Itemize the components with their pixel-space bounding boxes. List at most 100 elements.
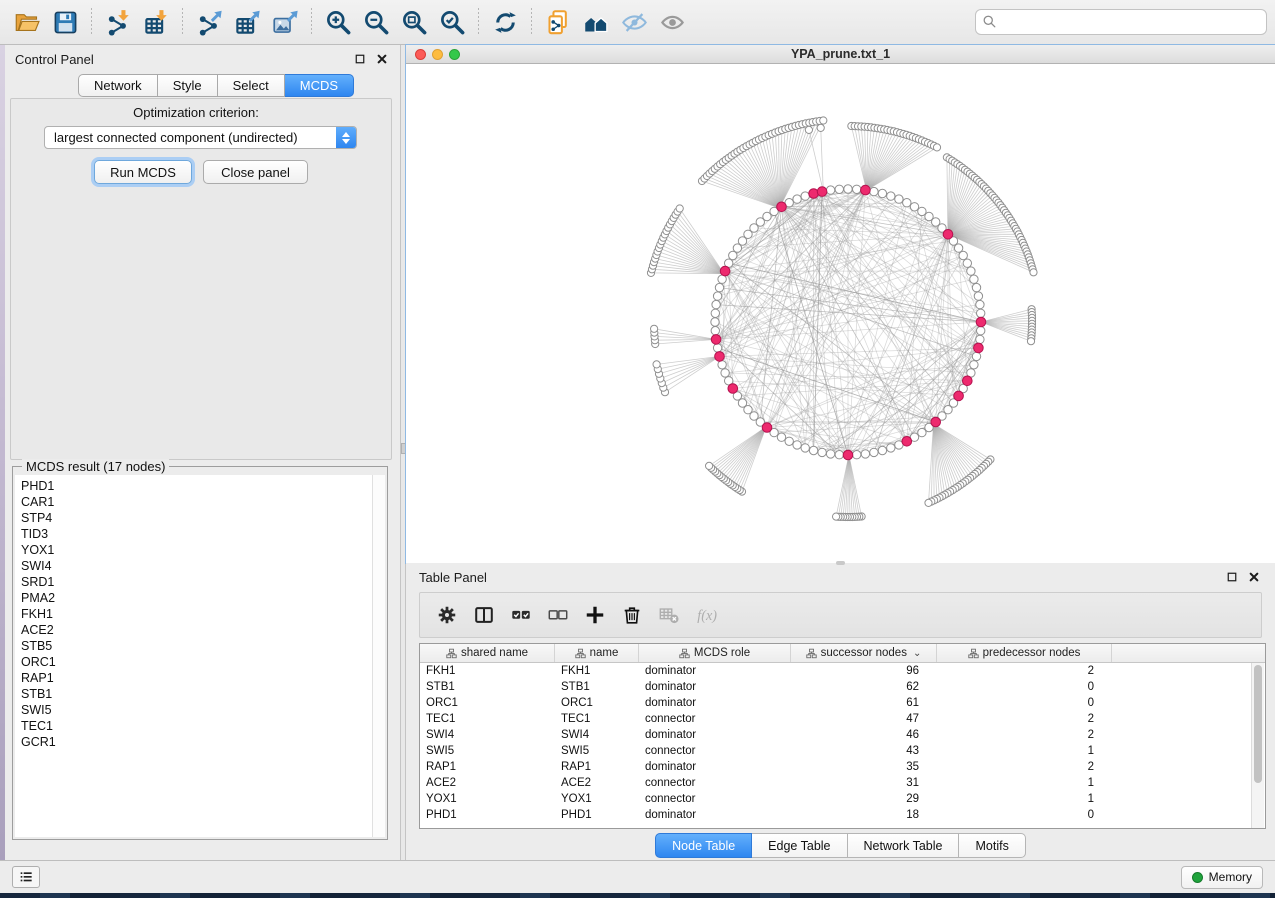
- network-node[interactable]: [870, 448, 878, 456]
- table-cell[interactable]: 0: [937, 809, 1112, 821]
- table-cell[interactable]: STB1: [420, 681, 555, 693]
- table-cell[interactable]: PHD1: [555, 809, 639, 821]
- table-cell[interactable]: 0: [937, 681, 1112, 693]
- table-cell[interactable]: connector: [639, 745, 791, 757]
- table-row[interactable]: TEC1TEC1connector472: [420, 711, 1265, 727]
- network-dominator-node[interactable]: [931, 417, 941, 427]
- network-node[interactable]: [878, 189, 886, 197]
- panel-splitter-horizontal-handle[interactable]: [836, 561, 845, 565]
- gear-button[interactable]: [430, 598, 464, 632]
- table-cell[interactable]: 96: [791, 665, 937, 677]
- tab-edge-table[interactable]: Edge Table: [752, 833, 847, 858]
- table-cell[interactable]: dominator: [639, 665, 791, 677]
- network-node[interactable]: [785, 437, 793, 445]
- tab-mcds[interactable]: MCDS: [285, 74, 354, 97]
- network-node[interactable]: [651, 325, 658, 332]
- network-node[interactable]: [793, 195, 801, 203]
- table-cell[interactable]: ORC1: [420, 697, 555, 709]
- network-window-titlebar[interactable]: YPA_prune.txt_1: [406, 45, 1275, 64]
- network-node[interactable]: [976, 335, 984, 343]
- close-panel-button[interactable]: Close panel: [203, 160, 308, 184]
- delete-column-button[interactable]: [615, 598, 649, 632]
- tab-network-table[interactable]: Network Table: [848, 833, 960, 858]
- table-scrollbar-thumb[interactable]: [1254, 665, 1262, 783]
- network-node[interactable]: [1027, 338, 1034, 345]
- network-node[interactable]: [977, 309, 985, 317]
- table-cell[interactable]: 35: [791, 761, 937, 773]
- table-cell[interactable]: dominator: [639, 697, 791, 709]
- network-node[interactable]: [844, 185, 852, 193]
- table-cell[interactable]: ACE2: [555, 777, 639, 789]
- network-node[interactable]: [793, 441, 801, 449]
- network-node[interactable]: [721, 369, 729, 377]
- network-node[interactable]: [918, 428, 926, 436]
- table-row[interactable]: SWI5SWI5connector431: [420, 743, 1265, 759]
- network-node[interactable]: [653, 361, 660, 368]
- hide-selected-button[interactable]: [615, 5, 653, 39]
- network-node[interactable]: [963, 259, 971, 267]
- column-header-predecessor-nodes[interactable]: predecessor nodes: [937, 644, 1112, 662]
- network-node[interactable]: [878, 446, 886, 454]
- network-dominator-node[interactable]: [902, 437, 912, 447]
- show-all-button[interactable]: [653, 5, 691, 39]
- table-cell[interactable]: YOX1: [555, 793, 639, 805]
- mcds-list-item[interactable]: ACE2: [21, 622, 372, 638]
- network-node[interactable]: [835, 451, 843, 459]
- table-cell[interactable]: 1: [937, 745, 1112, 757]
- zoom-in-button[interactable]: [319, 5, 357, 39]
- table-row[interactable]: SWI4SWI4dominator462: [420, 727, 1265, 743]
- table-cell[interactable]: 2: [937, 713, 1112, 725]
- mcds-list-item[interactable]: SWI5: [21, 702, 372, 718]
- table-row[interactable]: FKH1FKH1dominator962: [420, 663, 1265, 679]
- mcds-list-item[interactable]: YOX1: [21, 542, 372, 558]
- network-node[interactable]: [967, 267, 975, 275]
- network-node[interactable]: [711, 327, 719, 335]
- network-dominator-node[interactable]: [974, 343, 984, 353]
- network-node[interactable]: [933, 144, 940, 151]
- network-canvas[interactable]: [406, 64, 1275, 561]
- table-cell[interactable]: ACE2: [420, 777, 555, 789]
- network-node[interactable]: [711, 318, 719, 326]
- table-cell[interactable]: TEC1: [420, 713, 555, 725]
- import-table-button[interactable]: [137, 5, 175, 39]
- network-node[interactable]: [817, 124, 824, 131]
- network-node[interactable]: [715, 283, 723, 291]
- import-network-button[interactable]: [99, 5, 137, 39]
- mcds-list-item[interactable]: PHD1: [21, 478, 372, 494]
- network-node[interactable]: [976, 300, 984, 308]
- mcds-list-item[interactable]: TEC1: [21, 718, 372, 734]
- tab-node-table[interactable]: Node Table: [655, 833, 752, 858]
- network-node[interactable]: [887, 192, 895, 200]
- table-cell[interactable]: dominator: [639, 681, 791, 693]
- mcds-list-item[interactable]: FKH1: [21, 606, 372, 622]
- network-node[interactable]: [970, 361, 978, 369]
- table-cell[interactable]: SWI4: [555, 729, 639, 741]
- network-node[interactable]: [1030, 269, 1037, 276]
- tab-style[interactable]: Style: [158, 74, 218, 97]
- open-button[interactable]: [8, 5, 46, 39]
- table-cell[interactable]: 47: [791, 713, 937, 725]
- table-cell[interactable]: 1: [937, 777, 1112, 789]
- network-file-button[interactable]: [539, 5, 577, 39]
- table-cell[interactable]: 2: [937, 729, 1112, 741]
- network-node[interactable]: [974, 292, 982, 300]
- table-cell[interactable]: SWI4: [420, 729, 555, 741]
- network-dominator-node[interactable]: [715, 352, 725, 362]
- table-cell[interactable]: RAP1: [420, 761, 555, 773]
- close-table-panel-icon[interactable]: [1246, 569, 1262, 585]
- network-dominator-node[interactable]: [861, 185, 871, 195]
- table-cell[interactable]: dominator: [639, 761, 791, 773]
- tab-select[interactable]: Select: [218, 74, 285, 97]
- column-header-shared-name[interactable]: shared name: [420, 644, 555, 662]
- zoom-out-button[interactable]: [357, 5, 395, 39]
- mcds-list-item[interactable]: RAP1: [21, 670, 372, 686]
- network-dominator-node[interactable]: [728, 384, 738, 394]
- table-row[interactable]: ACE2ACE2connector311: [420, 775, 1265, 791]
- table-cell[interactable]: ORC1: [555, 697, 639, 709]
- table-row[interactable]: ORC1ORC1dominator610: [420, 695, 1265, 711]
- export-table-button[interactable]: [228, 5, 266, 39]
- table-cell[interactable]: YOX1: [420, 793, 555, 805]
- network-node[interactable]: [925, 499, 932, 506]
- network-node[interactable]: [972, 352, 980, 360]
- mcds-list-item[interactable]: TID3: [21, 526, 372, 542]
